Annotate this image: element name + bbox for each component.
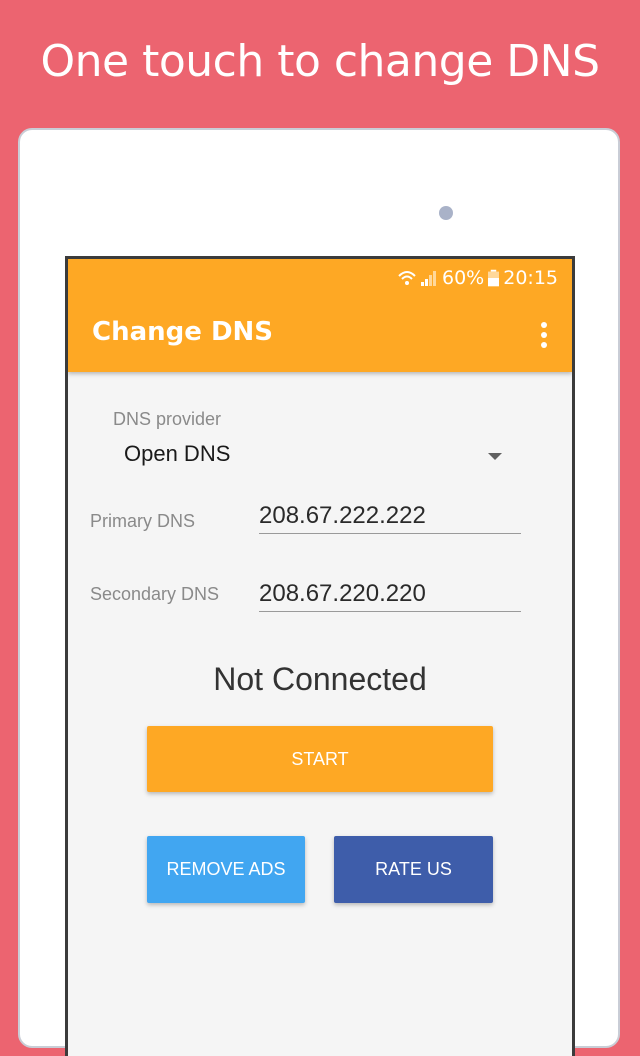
battery-percent: 60% [442,267,485,289]
remove-ads-button[interactable]: REMOVE ADS [147,836,305,903]
start-button[interactable]: START [147,726,493,792]
clock: 20:15 [503,267,558,289]
more-vert-icon[interactable] [532,319,556,351]
dns-provider-select[interactable]: Open DNS [124,437,508,473]
rate-us-button[interactable]: RATE US [334,836,493,903]
app-screen: 60% 20:15 Change DNS DNS provider Open D… [65,256,575,1056]
status-bar: 60% 20:15 [398,267,558,289]
promo-headline: One touch to change DNS [40,36,601,87]
dropdown-arrow-icon [488,453,502,460]
wifi-icon [398,271,416,285]
primary-dns-input[interactable] [259,499,521,534]
secondary-dns-input[interactable] [259,577,521,612]
app-title: Change DNS [92,317,274,347]
secondary-dns-label: Secondary DNS [90,584,220,604]
dns-provider-value: Open DNS [124,441,231,466]
signal-icon [421,271,436,286]
battery-icon [488,269,500,287]
camera-dot [439,206,453,220]
primary-dns-label: Primary DNS [90,511,196,531]
app-bar: 60% 20:15 Change DNS [68,259,572,372]
connection-status: Not Connected [213,661,427,697]
dns-provider-label: DNS provider [113,409,222,429]
